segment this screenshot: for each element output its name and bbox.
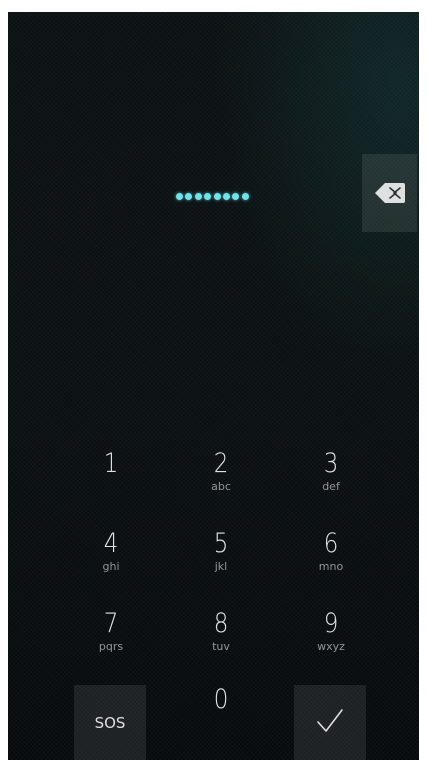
checkmark-icon — [315, 708, 345, 738]
key-0[interactable]: 0 — [166, 685, 276, 757]
key-digit: 0 — [213, 684, 229, 715]
pin-dot — [241, 192, 249, 200]
key-digit: 2 — [213, 448, 229, 479]
accept-button[interactable] — [294, 685, 366, 760]
sos-label: SOS — [94, 713, 126, 732]
key-6[interactable]: 6 mno — [276, 529, 386, 601]
sos-button[interactable]: SOS — [74, 685, 146, 760]
key-letters: ghi — [102, 560, 120, 573]
pin-dot — [222, 192, 230, 200]
pin-dot — [232, 192, 240, 200]
key-8[interactable]: 8 tuv — [166, 609, 276, 681]
lock-screen: 1 2 abc 3 def 4 ghi 5 jkl 6 mno 7 pqrs 8… — [8, 12, 419, 760]
pin-dot — [185, 192, 193, 200]
key-digit: 7 — [103, 608, 119, 639]
key-digit: 4 — [103, 528, 119, 559]
key-letters: jkl — [214, 560, 228, 573]
key-2[interactable]: 2 abc — [166, 449, 276, 521]
pin-dot — [213, 192, 221, 200]
key-7[interactable]: 7 pqrs — [56, 609, 166, 681]
backspace-icon — [374, 183, 405, 203]
backspace-button[interactable] — [362, 154, 417, 232]
key-3[interactable]: 3 def — [276, 449, 386, 521]
key-digit: 5 — [213, 528, 229, 559]
key-digit: 8 — [213, 608, 229, 639]
key-letters: pqrs — [98, 640, 124, 653]
key-digit: 9 — [323, 608, 339, 639]
key-letters: def — [322, 480, 340, 493]
key-letters: mno — [318, 560, 344, 573]
key-letters: abc — [211, 480, 231, 493]
key-letters: tuv — [212, 640, 230, 653]
key-1[interactable]: 1 — [56, 449, 166, 521]
key-4[interactable]: 4 ghi — [56, 529, 166, 601]
pin-dot — [176, 192, 183, 200]
key-digit: 3 — [323, 448, 339, 479]
key-9[interactable]: 9 wxyz — [276, 609, 386, 681]
key-digit: 6 — [323, 528, 339, 559]
key-digit: 1 — [103, 448, 119, 479]
pin-dot — [194, 192, 202, 200]
pin-entry-field — [176, 189, 266, 203]
key-letters: wxyz — [317, 640, 345, 653]
pin-dot — [204, 192, 212, 200]
key-5[interactable]: 5 jkl — [166, 529, 276, 601]
